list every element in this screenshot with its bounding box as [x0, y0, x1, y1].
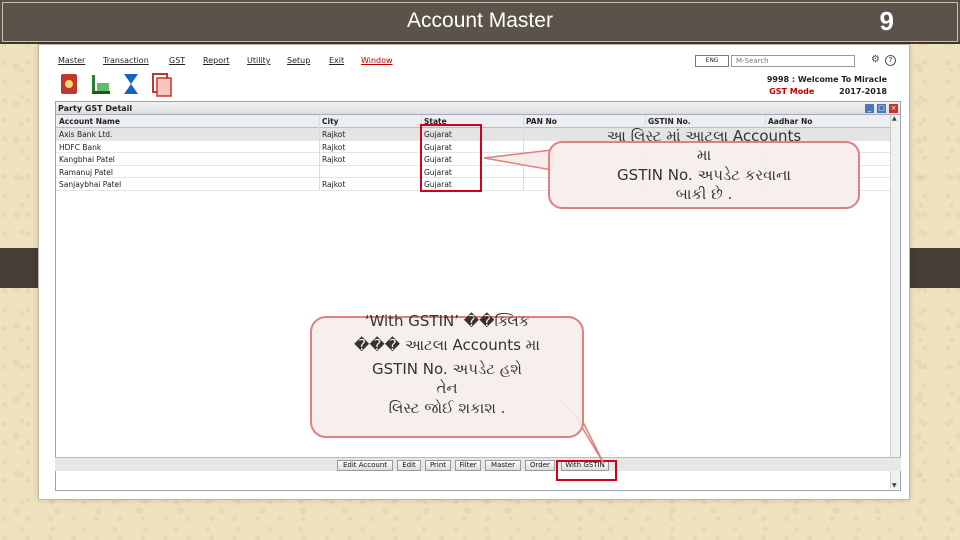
bottom-callout-line-3: GSTIN No. અપડેટ હશે [372, 360, 522, 378]
page-number: 9 [879, 6, 894, 36]
state-column-highlight [420, 124, 482, 192]
menu-setup[interactable]: Setup [287, 56, 310, 65]
welcome-text: 9998 : Welcome To Miracle [766, 75, 887, 84]
menu-transaction[interactable]: Transaction [103, 56, 149, 65]
column-header-account-name[interactable]: Account Name [59, 117, 120, 126]
bottom-callout-line-5: લિસ્ટ જોઈ શકાશ . [388, 399, 506, 417]
close-icon[interactable]: × [889, 104, 898, 113]
cell-account-name: Sanjaybhai Patel [59, 180, 122, 190]
hourglass-icon[interactable] [119, 71, 143, 97]
bottom-callout: ‘With GSTIN’ ��ક્લિક ��� આટલા Accounts મ… [310, 312, 584, 438]
cell-account-name: Ramanuj Patel [59, 167, 113, 177]
inventory-icon[interactable] [89, 71, 113, 97]
gst-mode-label: GST Mode [769, 87, 815, 96]
column-divider [319, 115, 320, 190]
button-bar: Edit Account Edit Print Filter Master Or… [55, 457, 901, 471]
master-button[interactable]: Master [485, 460, 521, 471]
cell-city: Rajkot [322, 142, 346, 152]
top-callout-line-1: આ લિસ્ટ માં આટલા Accounts [606, 127, 802, 145]
financial-year: 2017-2018 [839, 87, 887, 96]
decorative-band-right [902, 248, 960, 288]
menu-bar: Master Transaction GST Report Utility Se… [55, 53, 901, 69]
language-indicator[interactable]: ENG [695, 55, 729, 67]
scroll-down-icon[interactable]: ▼ [892, 482, 897, 489]
panel-header: Party GST Detail _ □ × [56, 102, 900, 115]
gst-mode-status: GST Mode 2017-2018 [769, 87, 887, 96]
top-callout-line-3: GSTIN No. અપડેટ કરવાના [617, 166, 791, 184]
menu-gst[interactable]: GST [169, 56, 185, 65]
cell-city: Rajkot [322, 130, 346, 139]
menu-exit[interactable]: Exit [329, 56, 344, 65]
column-header-aadhar[interactable]: Aadhar No [768, 117, 812, 126]
cell-account-name: HDFC Bank [59, 142, 102, 152]
help-icon[interactable]: ? [885, 55, 896, 66]
menu-window[interactable]: Window [361, 56, 393, 65]
bottom-callout-line-4: તેન [436, 379, 458, 397]
cell-city: Rajkot [322, 155, 346, 165]
column-header-city[interactable]: City [322, 117, 339, 126]
print-button[interactable]: Print [425, 460, 451, 471]
menu-report[interactable]: Report [203, 56, 230, 65]
top-callout-line-2: મા [696, 146, 712, 164]
slide-title-bar: Account Master 9 [0, 0, 960, 44]
column-header-gstin[interactable]: GSTIN No. [648, 117, 691, 126]
gear-icon[interactable]: ⚙ [871, 54, 880, 65]
scroll-up-icon[interactable]: ▲ [892, 115, 897, 122]
bottom-callout-line-1: ‘With GSTIN’ ��ક્લિક [364, 312, 530, 330]
order-button[interactable]: Order [525, 460, 555, 471]
panel-title: Party GST Detail [58, 104, 133, 113]
search-input[interactable]: M-Search [731, 55, 855, 67]
top-callout: આ લિસ્ટ માં આટલા Accounts મા GSTIN No. અ… [548, 127, 860, 209]
bottom-callout-line-2: ��� આટલા Accounts મા [354, 336, 540, 354]
cell-account-name: Axis Bank Ltd. [59, 130, 113, 139]
report-icon[interactable] [149, 71, 173, 97]
edit-account-button[interactable]: Edit Account [337, 460, 393, 471]
edit-button[interactable]: Edit [397, 460, 421, 471]
slide-title: Account Master [407, 9, 553, 32]
cell-city: Rajkot [322, 180, 346, 190]
cell-account-name: Kangbhai Patel [59, 155, 115, 165]
ledger-icon[interactable] [57, 71, 81, 97]
minimize-icon[interactable]: _ [865, 104, 874, 113]
top-callout-line-4: બાકી છે . [675, 185, 733, 203]
vertical-scrollbar[interactable]: ▲ ▼ [890, 115, 900, 489]
decorative-band-left [0, 248, 40, 288]
maximize-icon[interactable]: □ [877, 104, 886, 113]
column-header-pan[interactable]: PAN No [526, 117, 557, 126]
menu-master[interactable]: Master [58, 56, 85, 65]
menu-utility[interactable]: Utility [247, 56, 271, 65]
filter-button[interactable]: Filter [455, 460, 481, 471]
